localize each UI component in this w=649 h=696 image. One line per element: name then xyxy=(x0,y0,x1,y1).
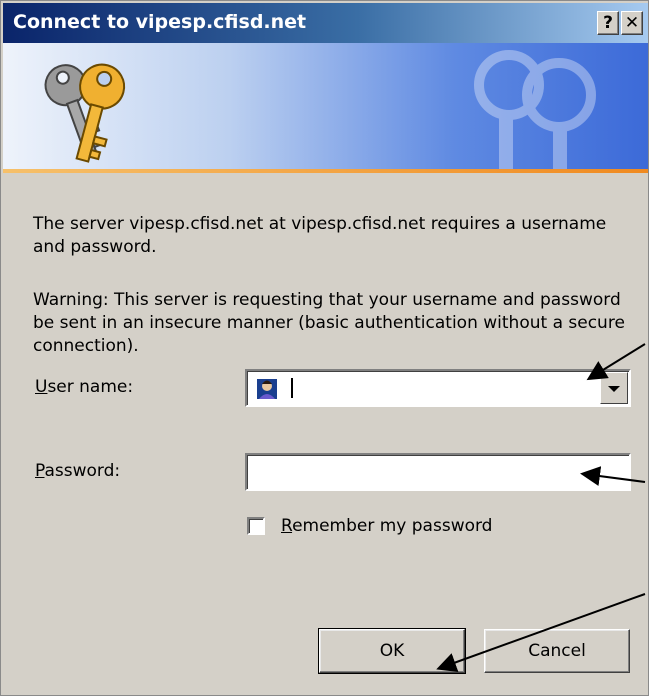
arrow-to-ok xyxy=(436,593,646,672)
annotation-arrows xyxy=(436,343,646,672)
arrow-to-username xyxy=(586,343,646,381)
arrow-to-password xyxy=(580,466,646,486)
